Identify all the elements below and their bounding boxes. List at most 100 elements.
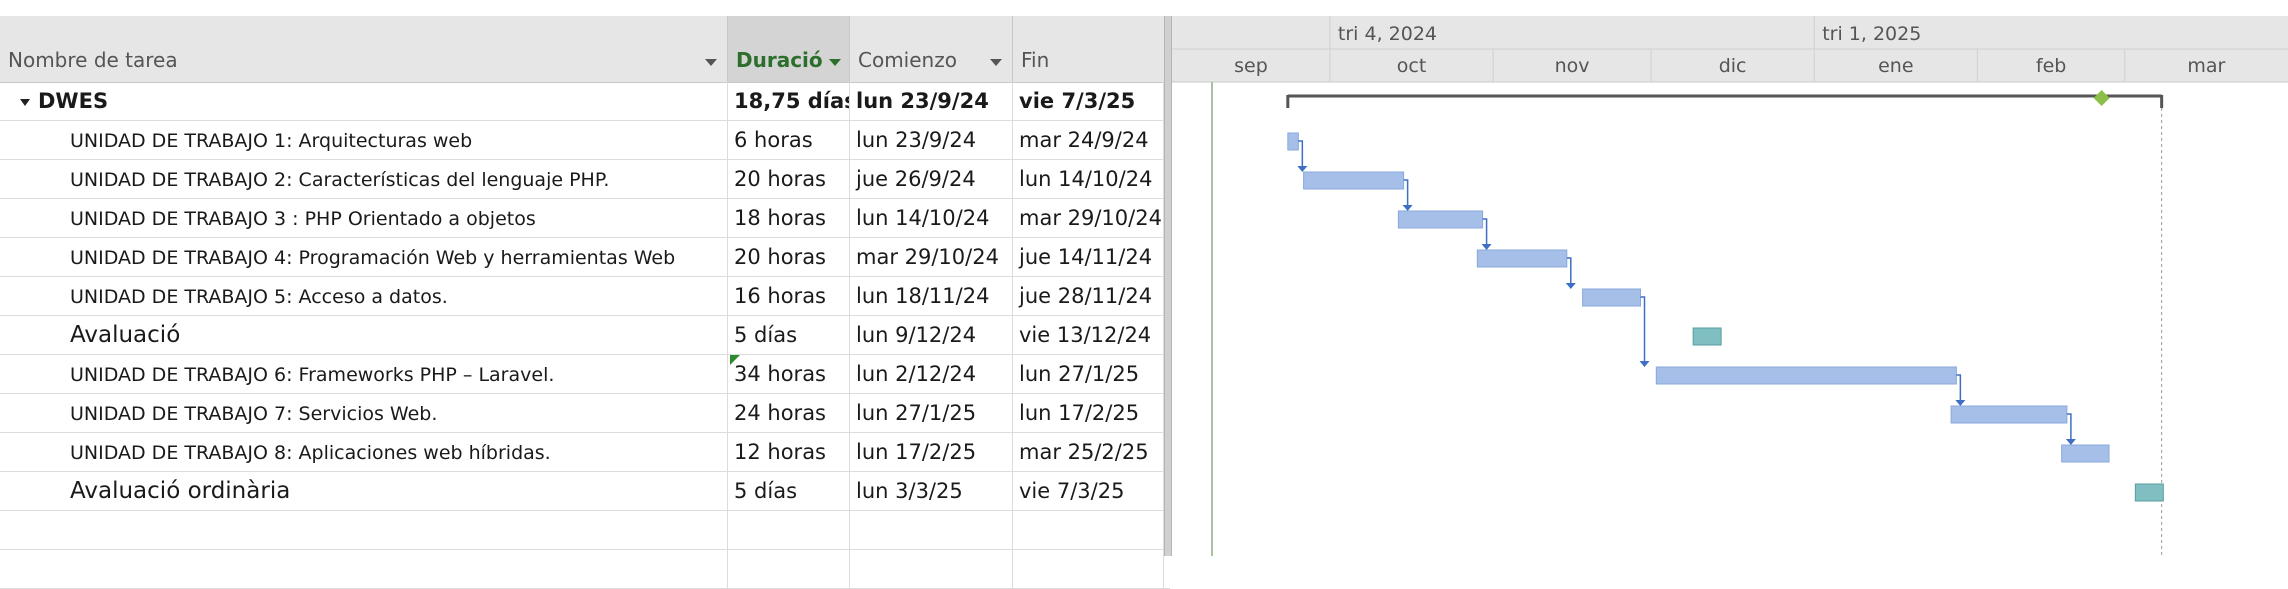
start-cell[interactable]: lun 3/3/25 bbox=[850, 472, 1013, 510]
col-header-start[interactable]: Comienzo bbox=[850, 16, 1013, 82]
start-cell[interactable]: lun 27/1/25 bbox=[850, 394, 1013, 432]
task-name-cell[interactable]: UNIDAD DE TRABAJO 3 : PHP Orientado a ob… bbox=[0, 199, 728, 237]
dependency-link bbox=[1482, 218, 1488, 246]
table-row[interactable]: Avaluació 5 días lun 9/12/24 vie 13/12/24 bbox=[0, 316, 1170, 355]
start-cell[interactable]: lun 2/12/24 bbox=[850, 355, 1013, 393]
end-value: vie 7/3/25 bbox=[1019, 89, 1136, 113]
link-arrow-icon bbox=[1481, 244, 1492, 250]
end-cell[interactable]: jue 14/11/24 bbox=[1013, 238, 1164, 276]
duration-cell[interactable]: 20 horas bbox=[728, 160, 850, 198]
start-value: lun 2/12/24 bbox=[856, 362, 977, 386]
start-cell[interactable]: jue 26/9/24 bbox=[850, 160, 1013, 198]
end-value: mar 29/10/24 bbox=[1019, 206, 1162, 230]
dependency-link bbox=[1298, 140, 1304, 168]
table-row[interactable]: UNIDAD DE TRABAJO 5: Acceso a datos. 16 h… bbox=[0, 277, 1170, 316]
pane-splitter[interactable] bbox=[1164, 16, 1172, 556]
table-row[interactable]: UNIDAD DE TRABAJO 4: Programación Web y … bbox=[0, 238, 1170, 277]
chevron-down-icon[interactable] bbox=[705, 59, 717, 66]
task-name-cell[interactable]: DWES bbox=[0, 82, 728, 120]
end-cell[interactable]: mar 29/10/24 bbox=[1013, 199, 1164, 237]
task-name-cell[interactable]: Avaluació bbox=[0, 316, 728, 354]
col-header-end[interactable]: Fin bbox=[1013, 16, 1170, 82]
end-cell[interactable]: vie 13/12/24 bbox=[1013, 316, 1164, 354]
end-cell[interactable]: mar 25/2/25 bbox=[1013, 433, 1164, 471]
col-header-start-label: Comienzo bbox=[858, 48, 957, 72]
duration-value: 16 horas bbox=[734, 284, 826, 308]
task-name-cell[interactable]: UNIDAD DE TRABAJO 2: Características del… bbox=[0, 160, 728, 198]
table-row[interactable]: UNIDAD DE TRABAJO 7: Servicios Web. 24 ho… bbox=[0, 394, 1170, 433]
task-name-cell[interactable]: Avaluació ordinària bbox=[0, 472, 728, 510]
start-cell[interactable]: lun 9/12/24 bbox=[850, 316, 1013, 354]
start-value: lun 23/9/24 bbox=[856, 89, 989, 113]
end-value: mar 24/9/24 bbox=[1019, 128, 1149, 152]
duration-value: 18 horas bbox=[734, 206, 826, 230]
task-bar bbox=[1303, 171, 1405, 190]
start-value: lun 27/1/25 bbox=[856, 401, 977, 425]
gantt-canvas: sep oct nov dic ene feb mar tri 4, 2024 tri 1, 2… bbox=[1172, 16, 2288, 556]
end-cell[interactable]: lun 27/1/25 bbox=[1013, 355, 1164, 393]
start-cell[interactable]: lun 18/11/24 bbox=[850, 277, 1013, 315]
task-name-cell[interactable]: UNIDAD DE TRABAJO 1: Arquitecturas web bbox=[0, 121, 728, 159]
end-cell[interactable]: lun 17/2/25 bbox=[1013, 394, 1164, 432]
duration-cell[interactable]: 18,75 días bbox=[728, 82, 850, 120]
task-bar bbox=[1397, 210, 1484, 229]
start-cell[interactable]: lun 23/9/24 bbox=[850, 121, 1013, 159]
indicator-mark-icon bbox=[730, 355, 740, 365]
task-name-cell[interactable]: UNIDAD DE TRABAJO 6: Frameworks PHP – La… bbox=[0, 355, 728, 393]
dependency-link bbox=[2066, 413, 2072, 441]
col-header-duration[interactable]: Duració bbox=[728, 16, 850, 82]
collapse-triangle-icon[interactable] bbox=[20, 98, 30, 106]
end-cell[interactable]: vie 7/3/25 bbox=[1013, 472, 1164, 510]
task-name-cell[interactable]: UNIDAD DE TRABAJO 5: Acceso a datos. bbox=[0, 277, 728, 315]
duration-cell[interactable]: 24 horas bbox=[728, 394, 850, 432]
start-cell[interactable]: lun 14/10/24 bbox=[850, 199, 1013, 237]
end-value: lun 27/1/25 bbox=[1019, 362, 1140, 386]
duration-value: 18,75 días bbox=[734, 89, 850, 113]
task-bar bbox=[2061, 444, 2110, 463]
table-row[interactable]: UNIDAD DE TRABAJO 2: Características del… bbox=[0, 160, 1170, 199]
task-name-cell[interactable]: UNIDAD DE TRABAJO 8: Aplicaciones web hí… bbox=[0, 433, 728, 471]
link-arrow-icon bbox=[1297, 166, 1308, 172]
chevron-down-icon[interactable] bbox=[990, 59, 1002, 66]
duration-cell[interactable]: 6 horas bbox=[728, 121, 850, 159]
table-row[interactable]: UNIDAD DE TRABAJO 1: Arquitecturas web 6 … bbox=[0, 121, 1170, 160]
start-cell[interactable]: lun 23/9/24 bbox=[850, 82, 1013, 120]
end-value: mar 25/2/25 bbox=[1019, 440, 1149, 464]
duration-cell[interactable]: 16 horas bbox=[728, 277, 850, 315]
task-name: Avaluació bbox=[70, 322, 181, 348]
table-row[interactable]: Avaluació ordinària 5 días lun 3/3/25 vie 7… bbox=[0, 472, 1170, 511]
end-value: jue 28/11/24 bbox=[1019, 284, 1153, 308]
duration-cell[interactable]: 5 días bbox=[728, 316, 850, 354]
col-header-end-label: Fin bbox=[1021, 48, 1050, 72]
month-label: ene bbox=[1878, 55, 1913, 77]
task-name-cell[interactable]: UNIDAD DE TRABAJO 4: Programación Web y … bbox=[0, 238, 728, 276]
month-label: dic bbox=[1719, 55, 1747, 77]
task-table: Nombre de tarea Duració Comienzo Fin DWE… bbox=[0, 16, 1170, 589]
start-cell[interactable]: mar 29/10/24 bbox=[850, 238, 1013, 276]
end-cell[interactable]: vie 7/3/25 bbox=[1013, 82, 1164, 120]
end-value: vie 7/3/25 bbox=[1019, 479, 1125, 503]
table-row[interactable]: UNIDAD DE TRABAJO 8: Aplicaciones web hí… bbox=[0, 433, 1170, 472]
month-label: mar bbox=[2187, 55, 2225, 77]
table-row[interactable]: UNIDAD DE TRABAJO 6: Frameworks PHP – La… bbox=[0, 355, 1170, 394]
start-cell[interactable]: lun 17/2/25 bbox=[850, 433, 1013, 471]
col-header-name[interactable]: Nombre de tarea bbox=[0, 16, 728, 82]
end-cell[interactable]: lun 14/10/24 bbox=[1013, 160, 1164, 198]
duration-cell[interactable]: 34 horas bbox=[728, 355, 850, 393]
duration-cell[interactable]: 18 horas bbox=[728, 199, 850, 237]
empty-row[interactable] bbox=[0, 550, 1170, 589]
chevron-down-icon[interactable] bbox=[829, 59, 841, 66]
end-cell[interactable]: jue 28/11/24 bbox=[1013, 277, 1164, 315]
duration-cell[interactable]: 12 horas bbox=[728, 433, 850, 471]
table-row[interactable]: UNIDAD DE TRABAJO 3 : PHP Orientado a ob… bbox=[0, 199, 1170, 238]
duration-cell[interactable]: 5 días bbox=[728, 472, 850, 510]
dependency-link bbox=[1566, 257, 1572, 285]
duration-cell[interactable]: 20 horas bbox=[728, 238, 850, 276]
task-name-cell[interactable]: UNIDAD DE TRABAJO 7: Servicios Web. bbox=[0, 394, 728, 432]
empty-row[interactable] bbox=[0, 511, 1170, 550]
task-bar bbox=[1950, 405, 2068, 424]
dependency-link bbox=[1640, 296, 1646, 363]
duration-value: 20 horas bbox=[734, 245, 826, 269]
summary-row[interactable]: DWES 18,75 días lun 23/9/24 vie 7/3/25 bbox=[0, 82, 1170, 121]
end-cell[interactable]: mar 24/9/24 bbox=[1013, 121, 1164, 159]
